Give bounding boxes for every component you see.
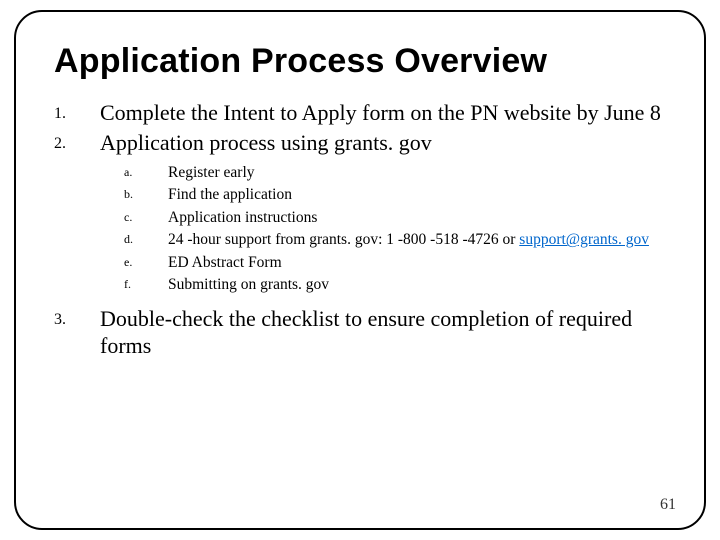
sub-list-text: Submitting on grants. gov [168, 274, 666, 296]
sub-text-pre: 24 -hour support from grants. gov: 1 -80… [168, 231, 519, 248]
sub-list-marker: c. [124, 207, 168, 229]
sub-list-marker: e. [124, 252, 168, 274]
sub-list-marker: a. [124, 162, 168, 184]
sub-list-item: c. Application instructions [124, 207, 666, 229]
sub-list-item: f. Submitting on grants. gov [124, 274, 666, 296]
sub-list-item: d. 24 -hour support from grants. gov: 1 … [124, 229, 666, 251]
list-marker: 3. [54, 305, 100, 360]
page-number: 61 [660, 496, 676, 514]
list-item: 1. Complete the Intent to Apply form on … [54, 99, 666, 127]
sub-list-item: b. Find the application [124, 184, 666, 206]
sub-list-text: ED Abstract Form [168, 252, 666, 274]
list-item: 2. Application process using grants. gov [54, 129, 666, 157]
support-email-link[interactable]: support@grants. gov [519, 231, 649, 248]
sub-list-text: Find the application [168, 184, 666, 206]
list-text: Application process using grants. gov [100, 129, 666, 157]
slide-frame: Application Process Overview 1. Complete… [14, 10, 706, 530]
sub-list-marker: b. [124, 184, 168, 206]
list-item: 3. Double-check the checklist to ensure … [54, 305, 666, 360]
list-marker: 2. [54, 129, 100, 157]
sub-list-marker: d. [124, 229, 168, 251]
sub-list-text: 24 -hour support from grants. gov: 1 -80… [168, 229, 666, 251]
sub-list-item: a. Register early [124, 162, 666, 184]
sub-list-text: Application instructions [168, 207, 666, 229]
main-list: 1. Complete the Intent to Apply form on … [54, 99, 666, 156]
list-text: Double-check the checklist to ensure com… [100, 305, 666, 360]
main-list-continued: 3. Double-check the checklist to ensure … [54, 305, 666, 360]
sub-list-marker: f. [124, 274, 168, 296]
list-marker: 1. [54, 99, 100, 127]
sub-list-text: Register early [168, 162, 666, 184]
slide-title: Application Process Overview [54, 42, 666, 81]
sub-list: a. Register early b. Find the applicatio… [124, 162, 666, 297]
list-text: Complete the Intent to Apply form on the… [100, 99, 666, 127]
sub-list-item: e. ED Abstract Form [124, 252, 666, 274]
